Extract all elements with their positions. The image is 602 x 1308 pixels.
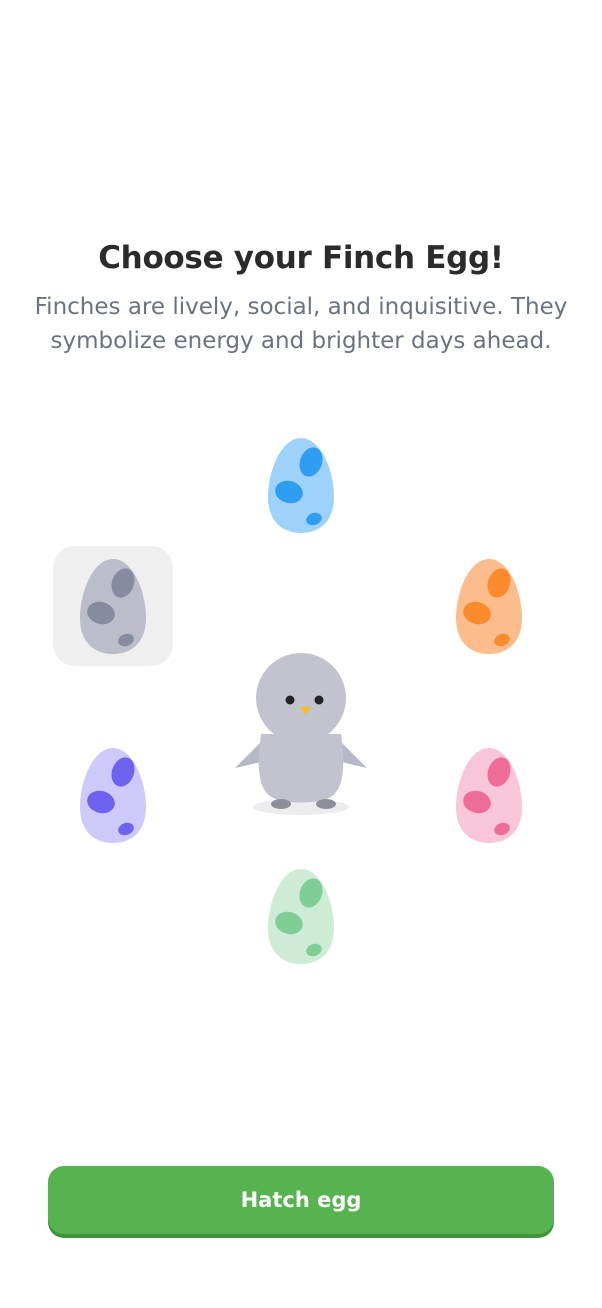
hatch-egg-button[interactable]: Hatch egg (48, 1166, 554, 1234)
egg-option-purple[interactable] (53, 735, 173, 855)
blue-egg-icon (268, 438, 334, 533)
egg-option-gray[interactable] (53, 546, 173, 666)
gray-egg-icon (80, 559, 146, 654)
egg-option-blue[interactable] (241, 425, 361, 545)
purple-egg-icon (80, 748, 146, 843)
egg-option-green[interactable] (241, 856, 361, 976)
pink-egg-icon (456, 748, 522, 843)
green-egg-icon (268, 869, 334, 964)
page-title: Choose your Finch Egg! (98, 240, 504, 276)
egg-option-pink[interactable] (429, 735, 549, 855)
penguin-chick-icon (235, 653, 367, 815)
egg-option-orange[interactable] (429, 546, 549, 666)
page-subtitle: Finches are lively, social, and inquisit… (34, 294, 568, 354)
orange-egg-icon (456, 559, 522, 654)
